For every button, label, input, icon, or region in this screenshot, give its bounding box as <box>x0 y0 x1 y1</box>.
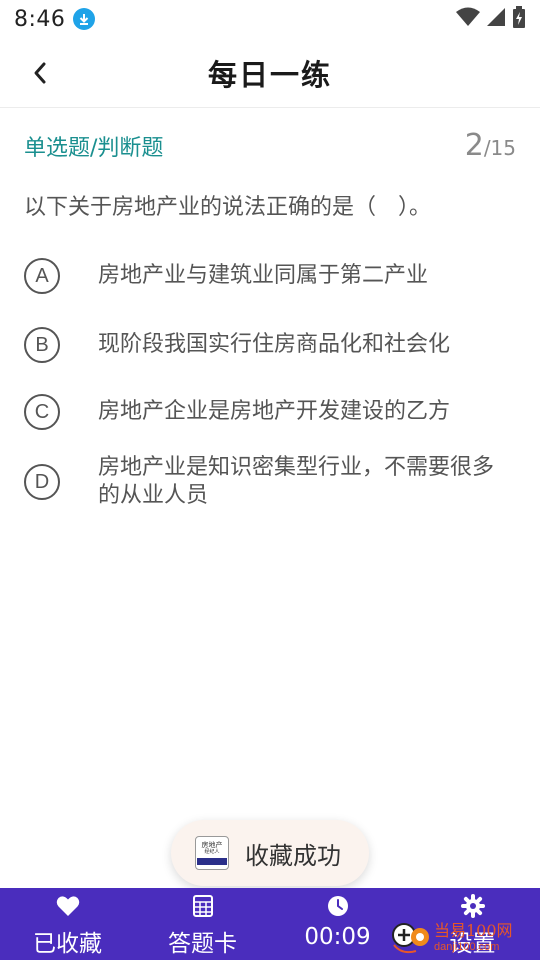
watermark-url: danji100.com <box>434 941 500 953</box>
header: 每日一练 <box>0 38 540 108</box>
clock-icon <box>326 894 350 918</box>
logo-text-line2: 经纪人 <box>204 849 220 855</box>
status-time: 8:46 <box>14 6 66 32</box>
chevron-left-icon <box>34 62 46 84</box>
back-button[interactable] <box>22 55 58 91</box>
page-title: 每日一练 <box>207 57 332 92</box>
logo-band <box>197 858 227 865</box>
battery-icon <box>512 6 526 32</box>
watermark-logo-icon <box>390 915 430 955</box>
option-text: 房地产业是知识密集型行业，不需要很多的从业人员 <box>98 455 495 508</box>
answer-card-button[interactable]: 答题卡 <box>135 888 270 960</box>
heart-icon <box>56 894 80 918</box>
timer: 00:09 <box>270 888 405 960</box>
status-bar: 8:46 <box>0 0 540 38</box>
favorite-label: 已收藏 <box>33 931 102 957</box>
option-letter: A <box>24 258 60 294</box>
option-b[interactable]: B 现阶段我国实行住房商品化和社会化 <box>24 327 516 363</box>
answer-card-label: 答题卡 <box>168 931 237 957</box>
toast: 房地产 经纪人 收藏成功 <box>171 820 369 886</box>
question-total: /15 <box>483 136 516 160</box>
option-d[interactable]: D 房地产业是知识密集型行业，不需要很多的从业人员 <box>24 454 516 510</box>
wifi-icon <box>456 7 480 31</box>
question-counter: 2/15 <box>465 128 516 163</box>
status-icons <box>456 6 526 32</box>
option-text: 现阶段我国实行住房商品化和社会化 <box>98 332 451 357</box>
option-letter: B <box>24 327 60 363</box>
grid-icon <box>192 894 213 918</box>
option-c[interactable]: C 房地产企业是房地产开发建设的乙方 <box>24 394 516 430</box>
watermark: 当易100网 danji100.com <box>390 910 540 960</box>
timer-value: 00:09 <box>304 924 371 950</box>
logo-text-line1: 房地产 <box>201 841 223 849</box>
toast-message: 收藏成功 <box>245 841 341 870</box>
signal-icon <box>486 7 506 31</box>
option-letter: D <box>24 464 60 500</box>
option-text: 房地产业与建筑业同属于第二产业 <box>98 263 429 288</box>
download-icon <box>73 8 96 30</box>
favorite-button[interactable]: 已收藏 <box>0 888 135 960</box>
question-type: 单选题/判断题 <box>24 136 164 161</box>
question-current: 2 <box>464 128 484 163</box>
watermark-text: 当易100网 danji100.com <box>434 917 513 953</box>
app-logo: 房地产 经纪人 <box>195 836 229 870</box>
option-letter: C <box>24 394 60 430</box>
option-text: 房地产企业是房地产开发建设的乙方 <box>98 399 451 424</box>
option-a[interactable]: A 房地产业与建筑业同属于第二产业 <box>24 258 516 294</box>
question-text: 以下关于房地产业的说法正确的是（ ）。 <box>24 195 432 220</box>
watermark-name: 当易100网 <box>434 921 513 940</box>
